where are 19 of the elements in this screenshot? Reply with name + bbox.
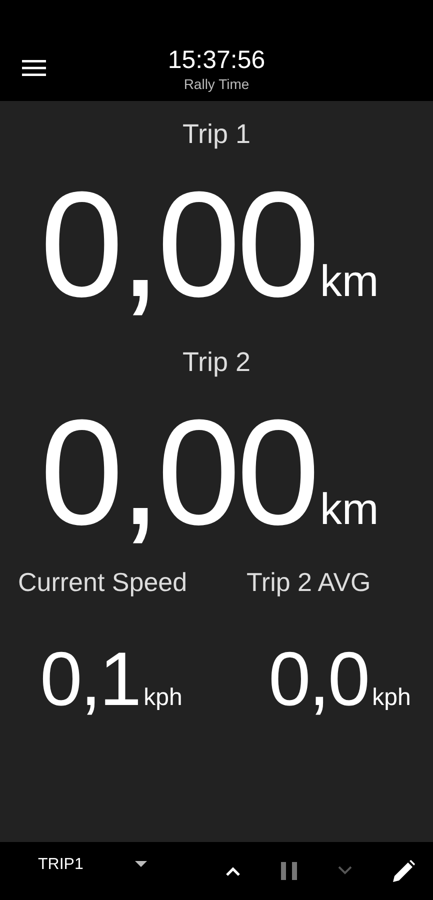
trip-label: Trip 1 (182, 118, 250, 151)
menu-icon[interactable] (22, 59, 46, 77)
trip-label: Trip 2 (182, 346, 250, 379)
distance-unit: km (320, 260, 379, 304)
clock-time: 15:37:56 (168, 45, 266, 75)
distance-value: 0,00 (40, 387, 316, 557)
distance-value: 0,00 (40, 159, 316, 329)
clock-caption: Rally Time (184, 75, 250, 93)
up-chevron-icon[interactable] (225, 866, 241, 876)
distance-unit: km (320, 488, 379, 532)
pencil-icon[interactable] (393, 860, 415, 882)
stat-label: Current Speed (18, 566, 188, 599)
stat-unit: kph (144, 684, 182, 712)
stat-label: Trip 2 AVG (246, 566, 372, 599)
stat-value: 0,1 (40, 636, 140, 724)
stat-value: 0,0 (268, 636, 368, 724)
dropdown-caret-icon (135, 861, 148, 867)
stat-unit: kph (372, 684, 411, 712)
trip-dropdown[interactable]: TRIP1 (38, 856, 148, 874)
